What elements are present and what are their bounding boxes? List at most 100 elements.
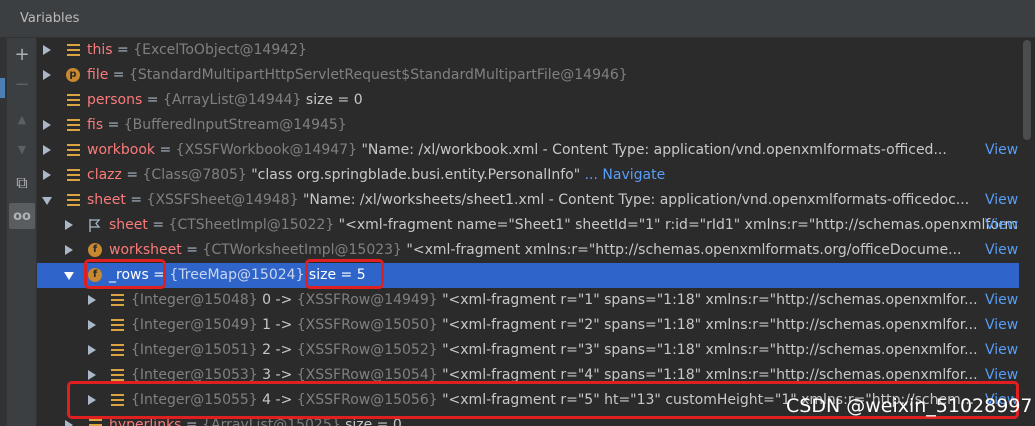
parameter-icon: p xyxy=(66,68,80,82)
view-link[interactable]: View xyxy=(985,188,1018,213)
tree-row-worksheet[interactable]: f worksheet = {CTWorksheetImpl@15023} "<… xyxy=(37,238,1019,263)
entry-key-type: {Integer@15048} xyxy=(131,292,258,308)
move-down-icon[interactable]: ▼ xyxy=(9,136,35,162)
variable-name: file xyxy=(87,67,109,83)
variable-name: sheet xyxy=(109,217,148,233)
variable-name: clazz xyxy=(87,167,122,183)
entry-key: 4 -> xyxy=(257,392,297,408)
gutter-marker xyxy=(0,78,5,98)
field-icon xyxy=(67,94,80,106)
entry-value: "<xml-fragment r="2" spans="1:18" xmlns:… xyxy=(437,317,978,333)
entry-value: "<xml-fragment r="4" spans="1:18" xmlns:… xyxy=(437,367,978,383)
view-link[interactable]: View xyxy=(985,363,1018,388)
tree-row-clazz[interactable]: clazz = {Class@7805} "class org.springbl… xyxy=(37,163,1019,188)
expand-arrow-icon[interactable] xyxy=(88,395,96,405)
expand-arrow-icon[interactable] xyxy=(43,120,51,130)
field-icon xyxy=(111,369,124,381)
variable-type: {Class@7805} xyxy=(142,167,247,183)
variable-name: persons xyxy=(87,92,143,108)
scrollbar-thumb[interactable] xyxy=(1023,40,1031,140)
variable-type: {ExcelToObject@14942} xyxy=(133,42,307,58)
tree-row-file[interactable]: p file = {StandardMultipartHttpServletRe… xyxy=(37,63,1019,88)
equals-sign: = xyxy=(147,217,169,233)
equals-sign: = xyxy=(155,142,176,158)
variables-toolbar: + − ▲ ▼ ⧉ oo xyxy=(7,38,37,426)
variable-value: size = 0 xyxy=(340,417,402,426)
expand-arrow-icon[interactable] xyxy=(88,295,96,305)
entry-key-type: {Integer@15055} xyxy=(131,392,258,408)
field-icon xyxy=(67,194,80,206)
expand-arrow-icon[interactable] xyxy=(65,245,73,255)
collapse-arrow-icon[interactable] xyxy=(64,272,74,280)
equals-sign: = xyxy=(181,242,203,258)
expand-arrow-icon[interactable] xyxy=(43,45,51,55)
expand-arrow-icon[interactable] xyxy=(88,370,96,380)
entry-key: 1 -> xyxy=(257,317,297,333)
entry-value-type: {XSSFRow@15052} xyxy=(296,342,438,358)
equals-sign: = xyxy=(103,117,124,133)
variable-name: worksheet xyxy=(109,242,182,258)
equals-sign: = xyxy=(112,42,134,58)
field-icon xyxy=(67,119,80,131)
variable-value: size = 5 xyxy=(304,267,366,283)
equals-sign: = xyxy=(181,417,203,426)
tree-row-fis[interactable]: fis = {BufferedInputStream@14945} xyxy=(37,113,1019,138)
tree-row-entry-3[interactable]: {Integer@15053} 3 -> {XSSFRow@15054} "<x… xyxy=(37,363,1019,388)
variable-type: {XSSFWorkbook@14947} xyxy=(175,142,357,158)
entry-key-type: {Integer@15049} xyxy=(131,317,258,333)
variable-value: size = 0 xyxy=(301,92,363,108)
variable-value: "<xml-fragment name="Sheet1" sheetId="1"… xyxy=(334,217,1019,233)
tree-row-persons[interactable]: persons = {ArrayList@14944} size = 0 xyxy=(37,88,1019,113)
tree-row-entry-0[interactable]: {Integer@15048} 0 -> {XSSFRow@14949} "<x… xyxy=(37,288,1019,313)
collapse-arrow-icon[interactable] xyxy=(42,197,52,205)
tree-row-rows-selected[interactable]: f _rows = {TreeMap@15024} size = 5 xyxy=(37,263,1019,288)
entry-value: "<xml-fragment r="3" spans="1:18" xmlns:… xyxy=(437,342,978,358)
left-gutter xyxy=(0,38,7,426)
watermark-text: CSDN @weixin_51028997 xyxy=(786,395,1033,417)
remove-watch-icon[interactable]: − xyxy=(9,72,35,98)
view-link[interactable]: View xyxy=(985,213,1018,238)
expand-arrow-icon[interactable] xyxy=(43,145,51,155)
navigate-link[interactable]: ... Navigate xyxy=(585,167,666,183)
equals-sign: = xyxy=(121,167,143,183)
expand-arrow-icon[interactable] xyxy=(65,220,73,230)
field-icon xyxy=(67,169,80,181)
entry-value-type: {XSSFRow@15056} xyxy=(296,392,438,408)
expand-arrow-icon[interactable] xyxy=(43,170,51,180)
variable-type: {XSSFSheet@14948} xyxy=(146,192,299,208)
variable-name: fis xyxy=(87,117,104,133)
view-link[interactable]: View xyxy=(985,338,1018,363)
expand-arrow-icon[interactable] xyxy=(43,70,51,80)
equals-sign: = xyxy=(148,267,170,283)
variables-tree: this = {ExcelToObject@14942} p file = {S… xyxy=(37,38,1019,426)
field-icon xyxy=(111,394,124,406)
entry-key: 2 -> xyxy=(257,342,297,358)
variable-name: sheet xyxy=(87,192,126,208)
tree-row-entry-2[interactable]: {Integer@15051} 2 -> {XSSFRow@15052} "<x… xyxy=(37,338,1019,363)
view-link[interactable]: View xyxy=(985,238,1018,263)
vertical-scrollbar[interactable] xyxy=(1019,38,1035,426)
copy-icon[interactable]: ⧉ xyxy=(9,170,35,196)
tree-row-entry-1[interactable]: {Integer@15049} 1 -> {XSSFRow@15050} "<x… xyxy=(37,313,1019,338)
view-link[interactable]: View xyxy=(985,313,1018,338)
move-up-icon[interactable]: ▲ xyxy=(9,106,35,132)
variable-value: "class org.springblade.busi.entity.Perso… xyxy=(246,167,581,183)
expand-arrow-icon[interactable] xyxy=(88,345,96,355)
view-link[interactable]: View xyxy=(985,138,1018,163)
entry-value: "<xml-fragment r="1" spans="1:18" xmlns:… xyxy=(437,292,978,308)
variable-name: hyperlinks xyxy=(109,417,182,426)
view-link[interactable]: View xyxy=(985,288,1018,313)
equals-sign: = xyxy=(125,192,147,208)
tree-row-sheet-ctsheet[interactable]: sheet = {CTSheetImpl@15022} "<xml-fragme… xyxy=(37,213,1019,238)
variable-value: "Name: /xl/workbook.xml - Content Type: … xyxy=(357,142,947,158)
entry-key-type: {Integer@15053} xyxy=(131,367,258,383)
expand-arrow-icon[interactable] xyxy=(88,320,96,330)
expand-arrow-icon[interactable] xyxy=(65,420,73,426)
tree-row-workbook[interactable]: workbook = {XSSFWorkbook@14947} "Name: /… xyxy=(37,138,1019,163)
variable-type: {StandardMultipartHttpServletRequest$Sta… xyxy=(128,67,628,83)
variable-type: {ArrayList@15025} xyxy=(202,417,341,426)
tree-row-this[interactable]: this = {ExcelToObject@14942} xyxy=(37,38,1019,63)
tree-row-sheet[interactable]: sheet = {XSSFSheet@14948} "Name: /xl/wor… xyxy=(37,188,1019,213)
add-watch-icon[interactable]: + xyxy=(9,42,35,68)
show-watches-icon[interactable]: oo xyxy=(9,203,35,229)
